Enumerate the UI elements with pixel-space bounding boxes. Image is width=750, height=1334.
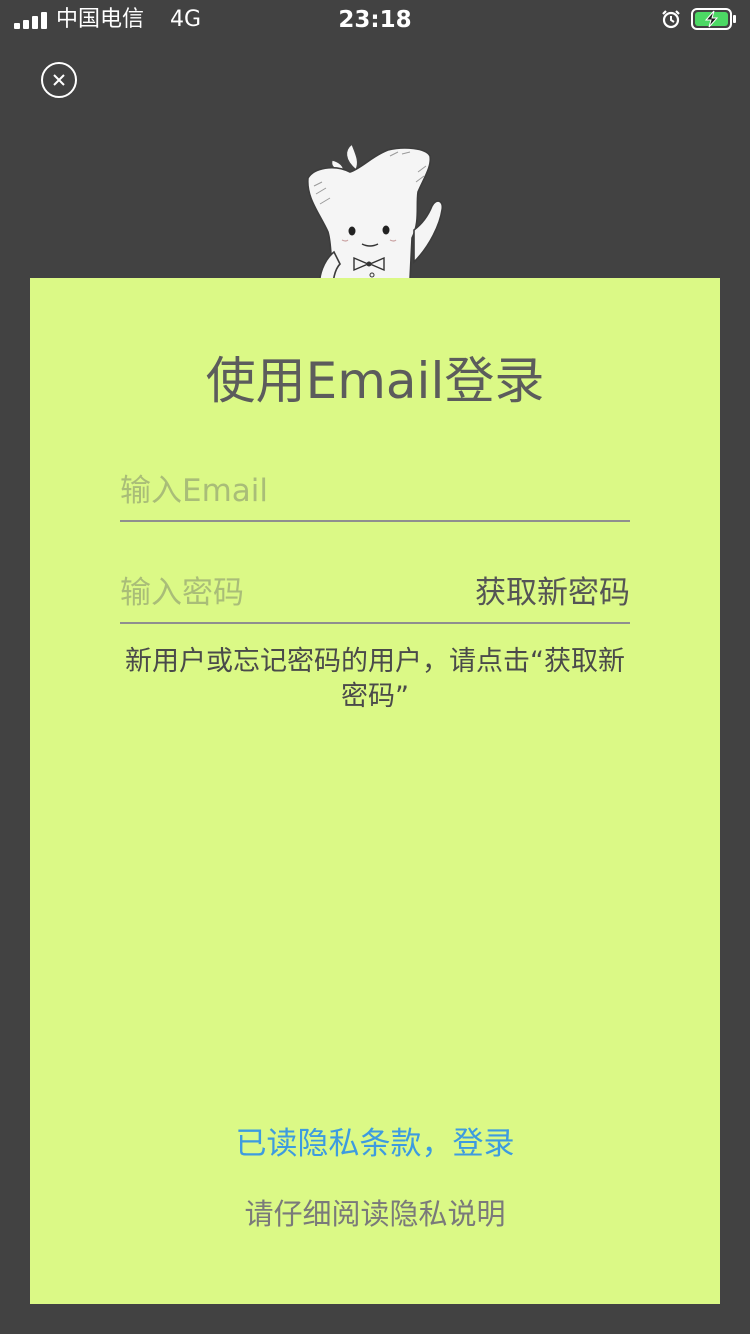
status-bar: 中国电信 4G 23:18 [0, 0, 750, 40]
login-screen: 中国电信 4G 23:18 使用Email登录 输入Email 获取新密码 新用… [0, 0, 750, 1334]
battery-charging-icon [691, 8, 736, 30]
get-new-password-button[interactable]: 获取新密码 [475, 571, 630, 615]
status-time: 23:18 [338, 7, 412, 33]
email-field-container [120, 466, 630, 522]
close-icon [53, 74, 65, 86]
privacy-link[interactable]: 请仔细阅读隐私说明 [30, 1194, 720, 1234]
hint-text: 新用户或忘记密码的用户，请点击“获取新密码” [125, 646, 625, 712]
alarm-clock-icon [662, 10, 680, 29]
login-card: 使用Email登录 获取新密码 新用户或忘记密码的用户，请点击“获取新密码” 已… [30, 278, 720, 1304]
email-input[interactable] [120, 466, 630, 516]
password-input[interactable] [120, 568, 450, 618]
login-button[interactable]: 已读隐私条款，登录 [30, 1123, 720, 1165]
page-title: 使用Email登录 [205, 352, 545, 410]
close-button[interactable] [41, 62, 77, 98]
password-field-container: 获取新密码 [120, 568, 630, 624]
